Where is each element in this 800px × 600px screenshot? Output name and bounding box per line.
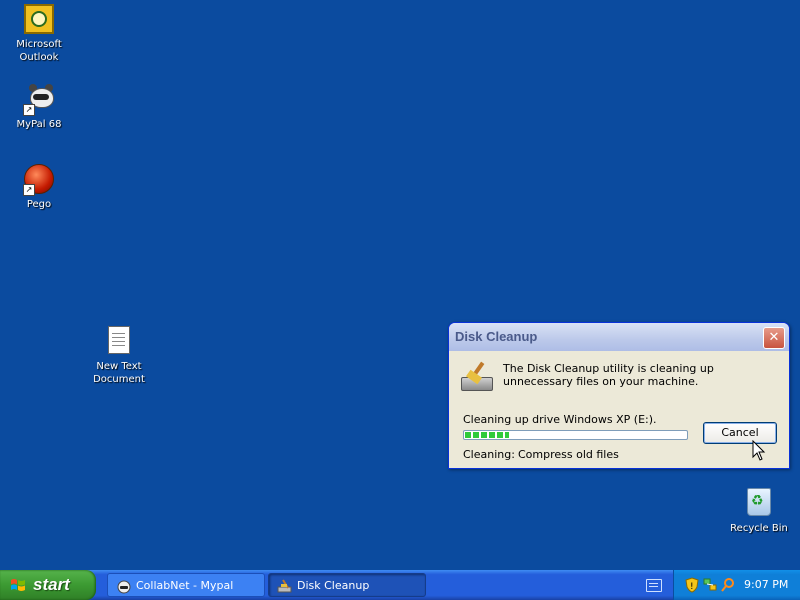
cleaning-value: Compress old files [518,448,619,461]
taskbar: start CollabNet - Mypal Disk Cleanup ! 9… [0,570,800,600]
close-icon: ✕ [768,330,780,345]
cleaning-label: Cleaning: [463,448,515,461]
mypal-icon [117,580,131,594]
start-button[interactable]: start [0,570,96,600]
outlook-icon [24,4,54,34]
shortcut-arrow-icon: ↗ [23,104,35,116]
network-icon[interactable] [702,577,718,593]
keyboard-icon[interactable] [646,579,662,592]
desktop-icon-label: Recycle Bin [730,523,788,534]
clock: 9:07 PM [744,578,789,591]
desktop-icon-mypal[interactable]: ↗ MyPal 68 [0,84,78,131]
desktop-icon-label: Pego [26,199,52,210]
security-shield-icon[interactable]: ! [684,577,700,593]
dialog-description: The Disk Cleanup utility is cleaning up … [503,362,714,388]
svg-text:!: ! [690,582,694,592]
text-document-icon [108,326,130,354]
shortcut-arrow-icon: ↗ [23,184,35,196]
desktop-icon-pego[interactable]: ↗ Pego [0,164,78,211]
desktop-icon-label: MyPal 68 [16,119,62,130]
recycle-bin-icon [747,488,771,516]
taskbar-button-disk-cleanup[interactable]: Disk Cleanup [268,573,426,597]
search-icon[interactable] [720,577,736,593]
progress-fill [465,432,510,438]
close-button[interactable]: ✕ [763,327,785,349]
progress-label: Cleaning up drive Windows XP (E:). [463,413,657,426]
taskbar-button-label: CollabNet - Mypal [136,579,234,592]
disk-cleanup-dialog: Disk Cleanup ✕ The Disk Cleanup utility … [448,322,790,469]
progress-bar [463,430,688,440]
taskbar-button-collabnet[interactable]: CollabNet - Mypal [107,573,265,597]
desktop-icon-recycle-bin[interactable]: Recycle Bin [720,488,798,535]
mouse-cursor-icon [752,439,766,462]
start-label: start [33,575,70,594]
windows-logo-icon [11,579,25,591]
disk-cleanup-icon [461,361,495,391]
desktop-icon-label: New Text Document [93,361,145,385]
dialog-titlebar[interactable]: Disk Cleanup ✕ [449,323,789,351]
dialog-title: Disk Cleanup [455,329,538,344]
disk-cleanup-icon [277,579,292,593]
desktop: Microsoft Outlook ↗ MyPal 68 ↗ Pego New … [0,0,800,570]
dialog-body: The Disk Cleanup utility is cleaning up … [453,353,783,463]
desktop-icon-label: Microsoft Outlook [16,39,62,63]
system-tray: ! 9:07 PM [673,570,800,600]
taskbar-button-label: Disk Cleanup [297,579,370,592]
desktop-icon-new-text-document[interactable]: New Text Document [80,326,158,386]
desktop-icon-outlook[interactable]: Microsoft Outlook [0,4,78,64]
